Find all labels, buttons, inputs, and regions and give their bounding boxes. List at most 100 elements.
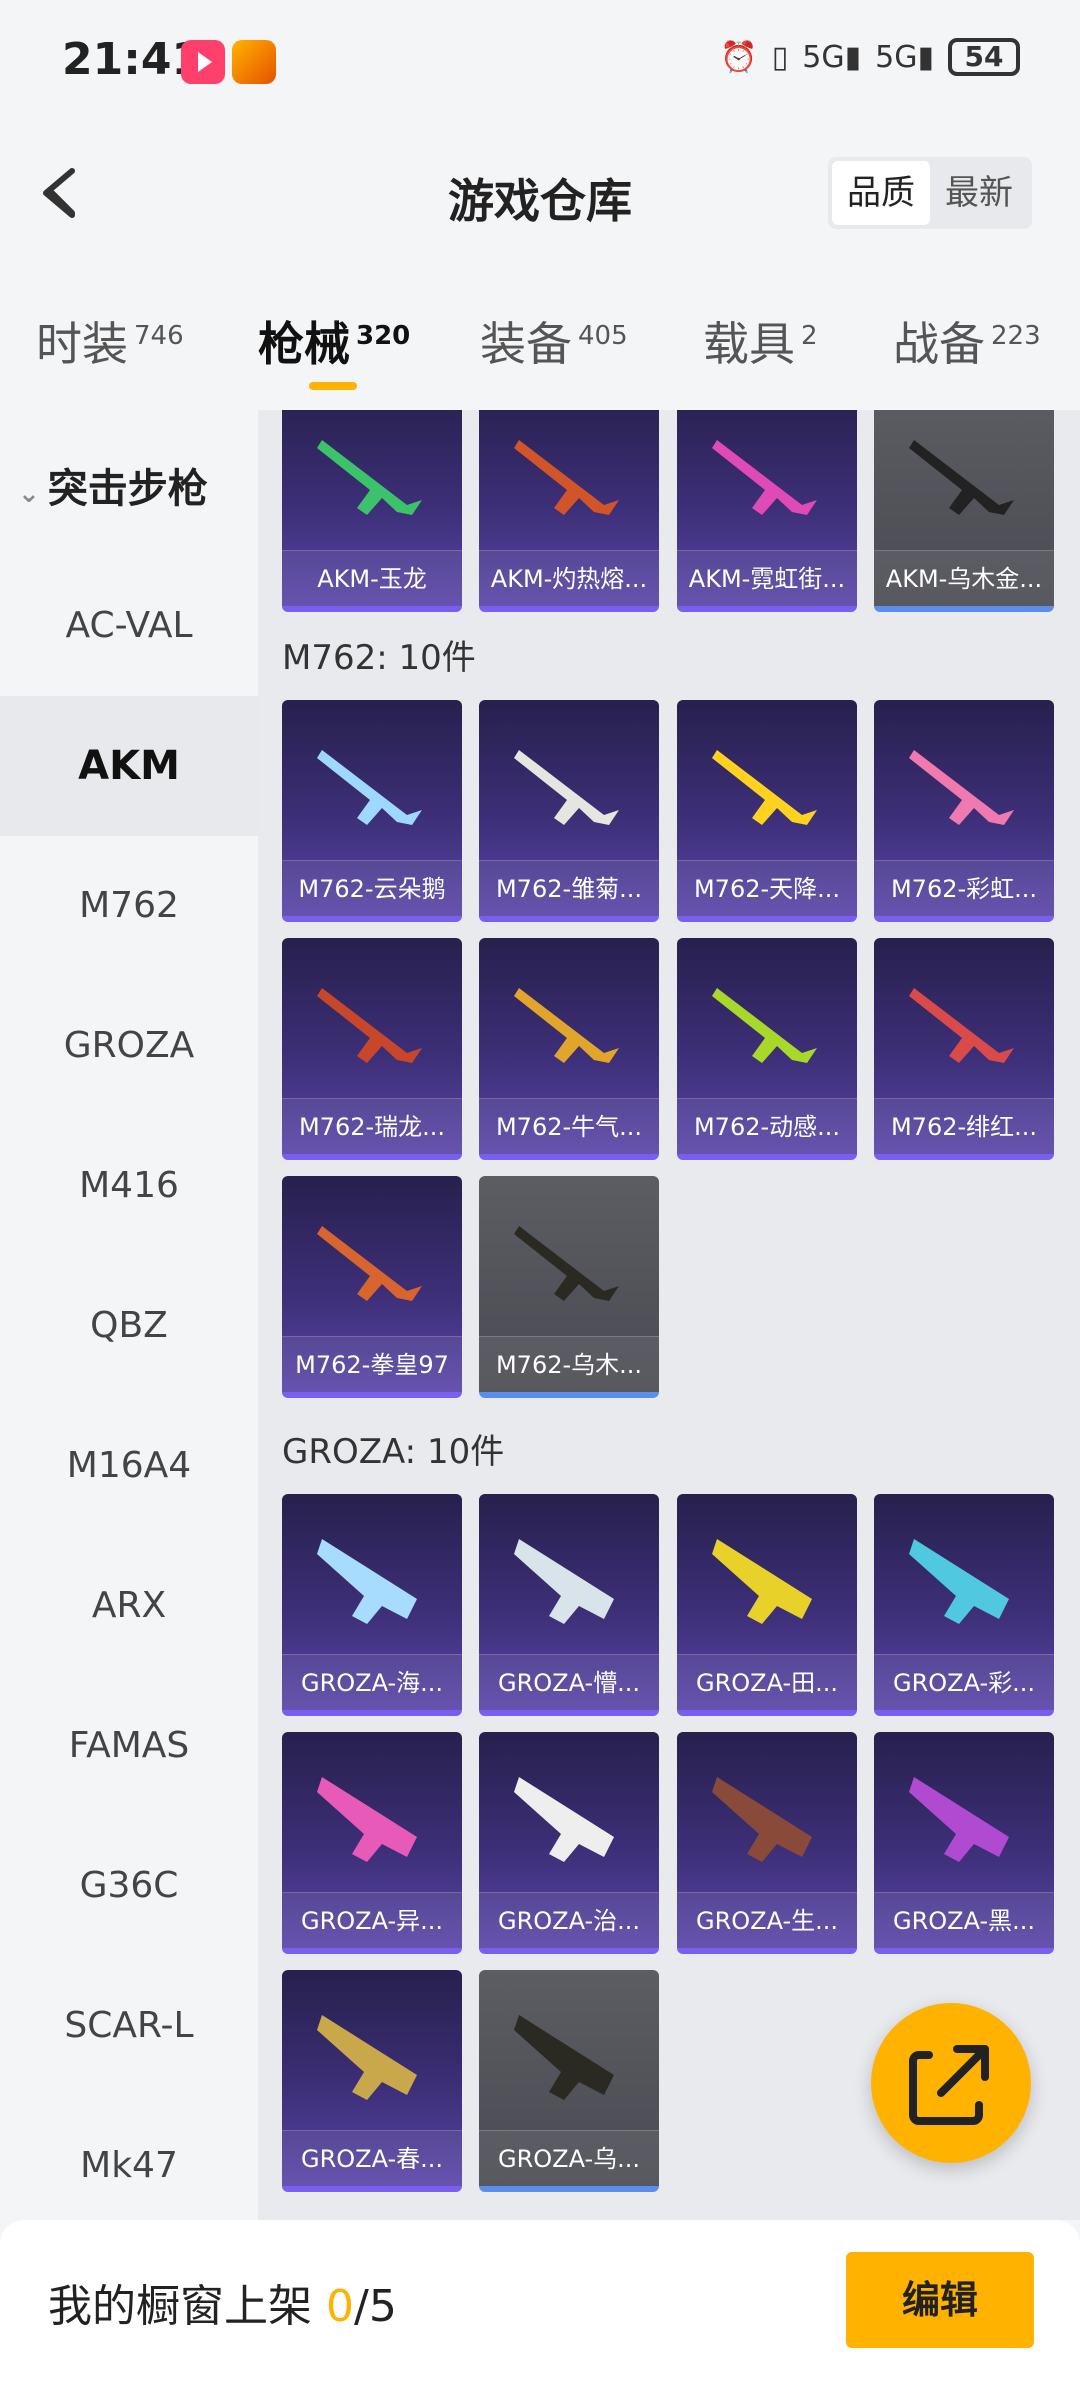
- weapon-card[interactable]: GROZA-黑...: [874, 1732, 1054, 1954]
- showcase-status: 我的橱窗上架 0/5: [48, 2281, 397, 2332]
- sort-newest-button[interactable]: 最新: [930, 161, 1028, 225]
- sidebar-item-m762[interactable]: M762: [0, 836, 258, 976]
- weapon-card-label: M762-瑞龙...: [282, 1098, 462, 1154]
- signal-icon-1: 5G▮: [802, 39, 862, 75]
- tab-guns[interactable]: 枪械 320: [258, 308, 410, 374]
- bullpup-rifle-icon: [514, 1539, 614, 1624]
- weapon-card-label: GROZA-异...: [282, 1892, 462, 1948]
- weapon-card[interactable]: AKM-乌木金...: [874, 410, 1054, 612]
- weapon-card-label: M762-雏菊...: [479, 860, 659, 916]
- sidebar-item-akm[interactable]: AKM: [0, 696, 258, 836]
- header: 游戏仓库 品质 最新: [0, 125, 1080, 260]
- rifle-icon: [514, 1226, 619, 1301]
- weapon-card[interactable]: AKM-霓虹街...: [677, 410, 857, 612]
- weapon-card-label: GROZA-懵...: [479, 1654, 659, 1710]
- chevron-down-icon: ⌄: [18, 479, 40, 509]
- section-title-groza: GROZA: 10件: [282, 1432, 505, 1472]
- weapon-card-label: M762-牛气...: [479, 1098, 659, 1154]
- sidebar-item-m16a4[interactable]: M16A4: [0, 1396, 258, 1536]
- rifle-icon: [317, 988, 422, 1063]
- share-button[interactable]: [871, 2003, 1031, 2163]
- bullpup-rifle-icon: [712, 1539, 812, 1624]
- tab-fashion[interactable]: 时装 746: [36, 308, 184, 374]
- rifle-icon: [514, 750, 619, 825]
- sidebar-item-qbz[interactable]: QBZ: [0, 1256, 258, 1396]
- weapon-card[interactable]: M762-拳皇97: [282, 1176, 462, 1398]
- sidebar-item-groza[interactable]: GROZA: [0, 976, 258, 1116]
- sidebar-item-famas[interactable]: FAMAS: [0, 1676, 258, 1816]
- game-app-icon: [232, 40, 276, 84]
- category-tabs: 时装 746 枪械 320 装备 405 载具 2 战备 223: [0, 290, 1080, 410]
- weapon-card[interactable]: GROZA-治...: [479, 1732, 659, 1954]
- weapon-card-label: GROZA-治...: [479, 1892, 659, 1948]
- rifle-icon: [317, 440, 422, 515]
- weapon-card[interactable]: M762-雏菊...: [479, 700, 659, 922]
- weapon-card[interactable]: GROZA-海...: [282, 1494, 462, 1716]
- weapon-sidebar: ⌄ 突击步枪 AC-VAL AKM M762 GROZA M416 QBZ M16…: [0, 410, 258, 2220]
- weapon-card[interactable]: GROZA-异...: [282, 1732, 462, 1954]
- alarm-icon: ⏰: [720, 39, 758, 75]
- bullpup-rifle-icon: [317, 2015, 417, 2100]
- weapon-card-label: GROZA-乌...: [479, 2130, 659, 2186]
- battery-icon: 54: [948, 38, 1020, 76]
- sort-quality-button[interactable]: 品质: [832, 161, 930, 225]
- weapon-card-label: M762-乌木...: [479, 1336, 659, 1392]
- weapon-card-label: GROZA-黑...: [874, 1892, 1054, 1948]
- bullpup-rifle-icon: [514, 2015, 614, 2100]
- weapon-card[interactable]: M762-云朵鹅: [282, 700, 462, 922]
- weapon-card-label: M762-天降...: [677, 860, 857, 916]
- active-tab-indicator: [309, 382, 357, 390]
- rifle-icon: [514, 988, 619, 1063]
- weapon-card-label: GROZA-田...: [677, 1654, 857, 1710]
- weapon-card[interactable]: GROZA-春...: [282, 1970, 462, 2192]
- weapon-card[interactable]: GROZA-生...: [677, 1732, 857, 1954]
- sidebar-item-m416[interactable]: M416: [0, 1116, 258, 1256]
- showcase-total-count: /5: [354, 2281, 397, 2332]
- sidebar-category[interactable]: ⌄ 突击步枪: [18, 456, 208, 514]
- rifle-icon: [712, 988, 817, 1063]
- showcase-current-count: 0: [326, 2281, 354, 2332]
- status-icons: ⏰ ▯ 5G▮ 5G▮ 54: [720, 38, 1020, 76]
- weapon-card[interactable]: GROZA-彩...: [874, 1494, 1054, 1716]
- weapon-card[interactable]: M762-动感...: [677, 938, 857, 1160]
- showcase-bar: 我的橱窗上架 0/5 编辑: [0, 2220, 1080, 2382]
- share-icon: [909, 2045, 989, 2125]
- bullpup-rifle-icon: [712, 1777, 812, 1862]
- weapon-card[interactable]: M762-绯红...: [874, 938, 1054, 1160]
- bullpup-rifle-icon: [909, 1777, 1009, 1862]
- weapon-card[interactable]: M762-瑞龙...: [282, 938, 462, 1160]
- weapon-card[interactable]: M762-彩虹...: [874, 700, 1054, 922]
- weapon-card[interactable]: M762-乌木...: [479, 1176, 659, 1398]
- weapon-card[interactable]: AKM-灼热熔...: [479, 410, 659, 612]
- rifle-icon: [909, 988, 1014, 1063]
- sidebar-item-arx[interactable]: ARX: [0, 1536, 258, 1676]
- weapon-card-label: M762-云朵鹅: [282, 860, 462, 916]
- weapon-card[interactable]: M762-天降...: [677, 700, 857, 922]
- weapon-card[interactable]: GROZA-乌...: [479, 1970, 659, 2192]
- sidebar-item-scar-l[interactable]: SCAR-L: [0, 1956, 258, 2096]
- weapon-card[interactable]: GROZA-懵...: [479, 1494, 659, 1716]
- edit-button[interactable]: 编辑: [846, 2252, 1034, 2348]
- video-app-icon: [181, 40, 225, 84]
- sidebar-item-ac-val[interactable]: AC-VAL: [0, 556, 258, 696]
- sidebar-item-g36c[interactable]: G36C: [0, 1816, 258, 1956]
- weapon-grid: AKM-玉龙 AKM-灼热熔... AKM-霓虹街... AKM-乌木金... …: [258, 410, 1080, 2220]
- weapon-card-label: AKM-灼热熔...: [479, 550, 659, 606]
- tab-supplies[interactable]: 战备 223: [893, 308, 1041, 374]
- weapon-card-label: M762-动感...: [677, 1098, 857, 1154]
- tab-vehicles[interactable]: 载具 2: [703, 308, 818, 374]
- bullpup-rifle-icon: [317, 1777, 417, 1862]
- status-bar: 21:41 ⏰ ▯ 5G▮ 5G▮ 54: [0, 0, 1080, 125]
- weapon-card-label: GROZA-海...: [282, 1654, 462, 1710]
- weapon-card-label: AKM-乌木金...: [874, 550, 1054, 606]
- sidebar-item-mk47[interactable]: Mk47: [0, 2096, 258, 2236]
- rifle-icon: [514, 440, 619, 515]
- weapon-card[interactable]: AKM-玉龙: [282, 410, 462, 612]
- rifle-icon: [909, 440, 1014, 515]
- tab-equipment[interactable]: 装备 405: [480, 308, 628, 374]
- rifle-icon: [317, 750, 422, 825]
- signal-icon-2: 5G▮: [875, 39, 934, 75]
- weapon-card-label: GROZA-生...: [677, 1892, 857, 1948]
- weapon-card[interactable]: GROZA-田...: [677, 1494, 857, 1716]
- weapon-card[interactable]: M762-牛气...: [479, 938, 659, 1160]
